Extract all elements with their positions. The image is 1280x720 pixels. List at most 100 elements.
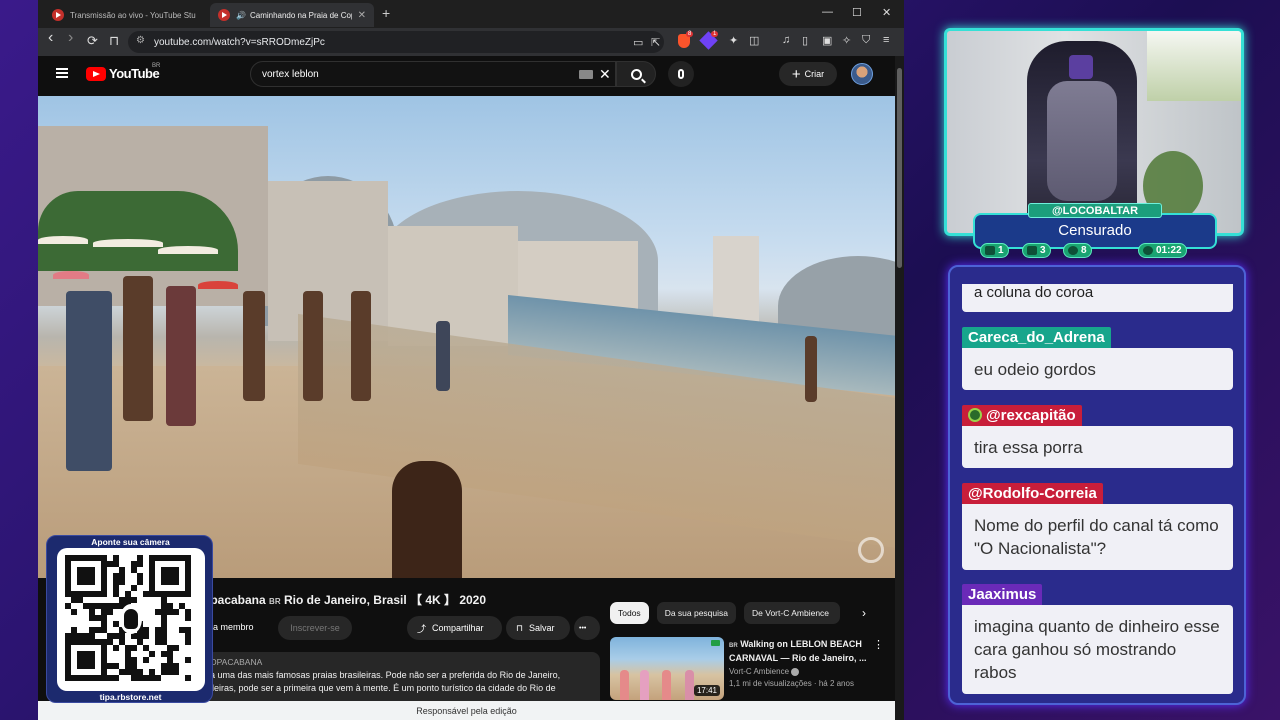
- recommended-title[interactable]: BR Walking on LEBLON BEACH CARNAVAL — Ri…: [729, 638, 869, 664]
- tab-copacabana-video[interactable]: 🔊 Caminhando na Praia de Copacabana ✕: [210, 3, 374, 27]
- person-shape: [805, 336, 817, 402]
- search-icon: [630, 68, 642, 80]
- recommended-channel[interactable]: Vort-C Ambience: [729, 667, 789, 676]
- umbrella-shape: [158, 246, 218, 254]
- account-avatar[interactable]: [851, 63, 873, 85]
- qr-footer: tipa.rbstore.net: [99, 692, 162, 702]
- user-badge-icon: [968, 408, 982, 422]
- extensions-icon[interactable]: ✦: [729, 34, 738, 47]
- flag-code: BR: [269, 597, 281, 606]
- leo-icon[interactable]: ✧: [842, 34, 851, 47]
- sidebar-icon[interactable]: ▯: [802, 34, 808, 47]
- browser-toolbar: ‹ › ⟳ ⊓ ⚙ youtube.com/watch?v=sRRODmeZjP…: [38, 28, 904, 56]
- building-shape: [388, 226, 518, 346]
- create-button[interactable]: + Criar: [779, 62, 837, 86]
- person-shape: [436, 321, 450, 391]
- share-icon[interactable]: ⇱: [651, 36, 660, 49]
- bookmark-button[interactable]: ⊓: [109, 33, 119, 49]
- more-actions-button[interactable]: •••: [574, 616, 600, 640]
- chip-channel[interactable]: De Vort-C Ambience: [744, 602, 841, 624]
- save-label: Salvar: [529, 623, 555, 633]
- plus-icon: +: [791, 65, 801, 83]
- save-button[interactable]: ⊓ Salvar: [506, 616, 570, 640]
- voice-search-button[interactable]: [668, 61, 694, 87]
- description-line: ileiras, pode ser a primeira que vem à m…: [210, 683, 556, 693]
- chat-message-text: tira essa porra: [962, 426, 1233, 468]
- recommended-title-text: Walking on LEBLON BEACH CARNAVAL — Rio d…: [729, 639, 867, 663]
- chip-from-search[interactable]: Da sua pesquisa: [656, 602, 737, 624]
- verified-icon: [791, 667, 800, 676]
- keyboard-icon[interactable]: [579, 70, 593, 79]
- stat-value: 01:22: [1156, 245, 1182, 256]
- search-input[interactable]: vortex leblon ✕: [250, 61, 616, 87]
- youtube-studio-icon: [52, 9, 64, 21]
- search-button[interactable]: [616, 61, 656, 87]
- new-tab-button[interactable]: +: [382, 5, 390, 21]
- back-button[interactable]: ‹: [48, 29, 53, 47]
- qr-module: [185, 675, 191, 681]
- stat-value: 1: [998, 245, 1004, 256]
- recommended-more-icon[interactable]: ⋮: [873, 638, 884, 651]
- stat-value: 8: [1081, 245, 1087, 256]
- youtube-viewers: 3: [1022, 243, 1051, 258]
- forward-button[interactable]: ›: [68, 29, 73, 47]
- wallet-icon[interactable]: ▣: [822, 34, 832, 47]
- address-bar[interactable]: ⚙ youtube.com/watch?v=sRRODmeZjPc ▭ ⇱: [128, 31, 664, 53]
- chat-message-text: Nome do perfil do canal tá como "O Nacio…: [962, 504, 1233, 570]
- share-button[interactable]: ⤴ Compartilhar: [407, 616, 502, 640]
- share-icon: ⤴: [417, 623, 427, 634]
- chat-username: @rexcapitão: [962, 405, 1082, 427]
- person-shape: [303, 291, 323, 401]
- close-window-button[interactable]: ✕: [882, 6, 891, 19]
- umbrella-shape: [38, 236, 88, 244]
- brazil-flag-icon: [711, 640, 720, 646]
- recommended-views: 1,1 mi de visualizações · há 2 anos: [729, 679, 854, 688]
- tab-title: Caminhando na Praia de Copacabana: [249, 10, 352, 20]
- screenshot-icon[interactable]: ◫: [749, 34, 759, 47]
- tab-title: Transmissão ao vivo - YouTube Studio: [70, 10, 196, 20]
- person-shape: [243, 291, 265, 401]
- minimize-button[interactable]: —: [822, 6, 833, 18]
- music-icon[interactable]: ♫: [782, 34, 790, 46]
- chair-logo-icon: [1069, 55, 1093, 79]
- maximize-button[interactable]: ☐: [852, 6, 862, 19]
- person-shape: [640, 670, 649, 700]
- tab-strip: Transmissão ao vivo - YouTube Studio 🔊 C…: [38, 0, 904, 28]
- person-shape: [662, 670, 671, 700]
- recommended-thumbnail[interactable]: 17:41: [610, 637, 724, 700]
- reload-button[interactable]: ⟳: [87, 33, 98, 49]
- chat-username: Jaaximus: [962, 584, 1043, 606]
- menu-icon[interactable]: [56, 68, 68, 78]
- menu-icon[interactable]: ≡: [883, 34, 889, 46]
- description-heading: OPACABANA: [210, 657, 263, 667]
- speaker-icon[interactable]: 🔊: [236, 11, 246, 20]
- vpn-icon[interactable]: ⛉: [862, 34, 870, 47]
- clear-search-icon[interactable]: ✕: [599, 66, 611, 83]
- clock-icon: [1143, 246, 1153, 255]
- url-text: youtube.com/watch?v=sRRODmeZjPc: [154, 36, 325, 48]
- video-player[interactable]: [38, 96, 895, 578]
- related-filter-chips: Todos Da sua pesquisa De Vort-C Ambience: [610, 602, 841, 624]
- qr-code-overlay: Aponte sua câmera tipa.rbstore.net: [46, 535, 213, 703]
- channel-watermark-icon[interactable]: [858, 537, 884, 563]
- chip-all[interactable]: Todos: [610, 602, 649, 624]
- site-settings-icon[interactable]: ⚙: [136, 35, 145, 46]
- microphone-icon: [120, 604, 142, 634]
- chat-message-partial: a coluna do coroa: [962, 284, 1233, 312]
- subscribe-button[interactable]: Inscrever-se: [278, 616, 352, 640]
- tab-youtube-studio[interactable]: Transmissão ao vivo - YouTube Studio: [44, 3, 204, 27]
- streamer-username: @LOCOBALTAR: [1028, 203, 1162, 218]
- search-value: vortex leblon: [262, 68, 319, 80]
- qr-header: Aponte sua câmera: [91, 537, 170, 547]
- youtube-logo-icon[interactable]: [86, 67, 106, 81]
- chips-next-icon[interactable]: ›: [862, 606, 866, 620]
- cast-icon[interactable]: ▭: [633, 36, 643, 49]
- status-bar: Responsável pela edição: [38, 701, 895, 720]
- person-shape: [351, 291, 371, 401]
- twitch-icon: [985, 246, 995, 255]
- scrollbar-thumb[interactable]: [897, 68, 902, 268]
- kick-viewers: 8: [1063, 243, 1092, 258]
- chat-username-text: @rexcapitão: [986, 407, 1076, 424]
- close-tab-icon[interactable]: ✕: [358, 10, 366, 21]
- join-button[interactable]: eja membro: [206, 622, 254, 632]
